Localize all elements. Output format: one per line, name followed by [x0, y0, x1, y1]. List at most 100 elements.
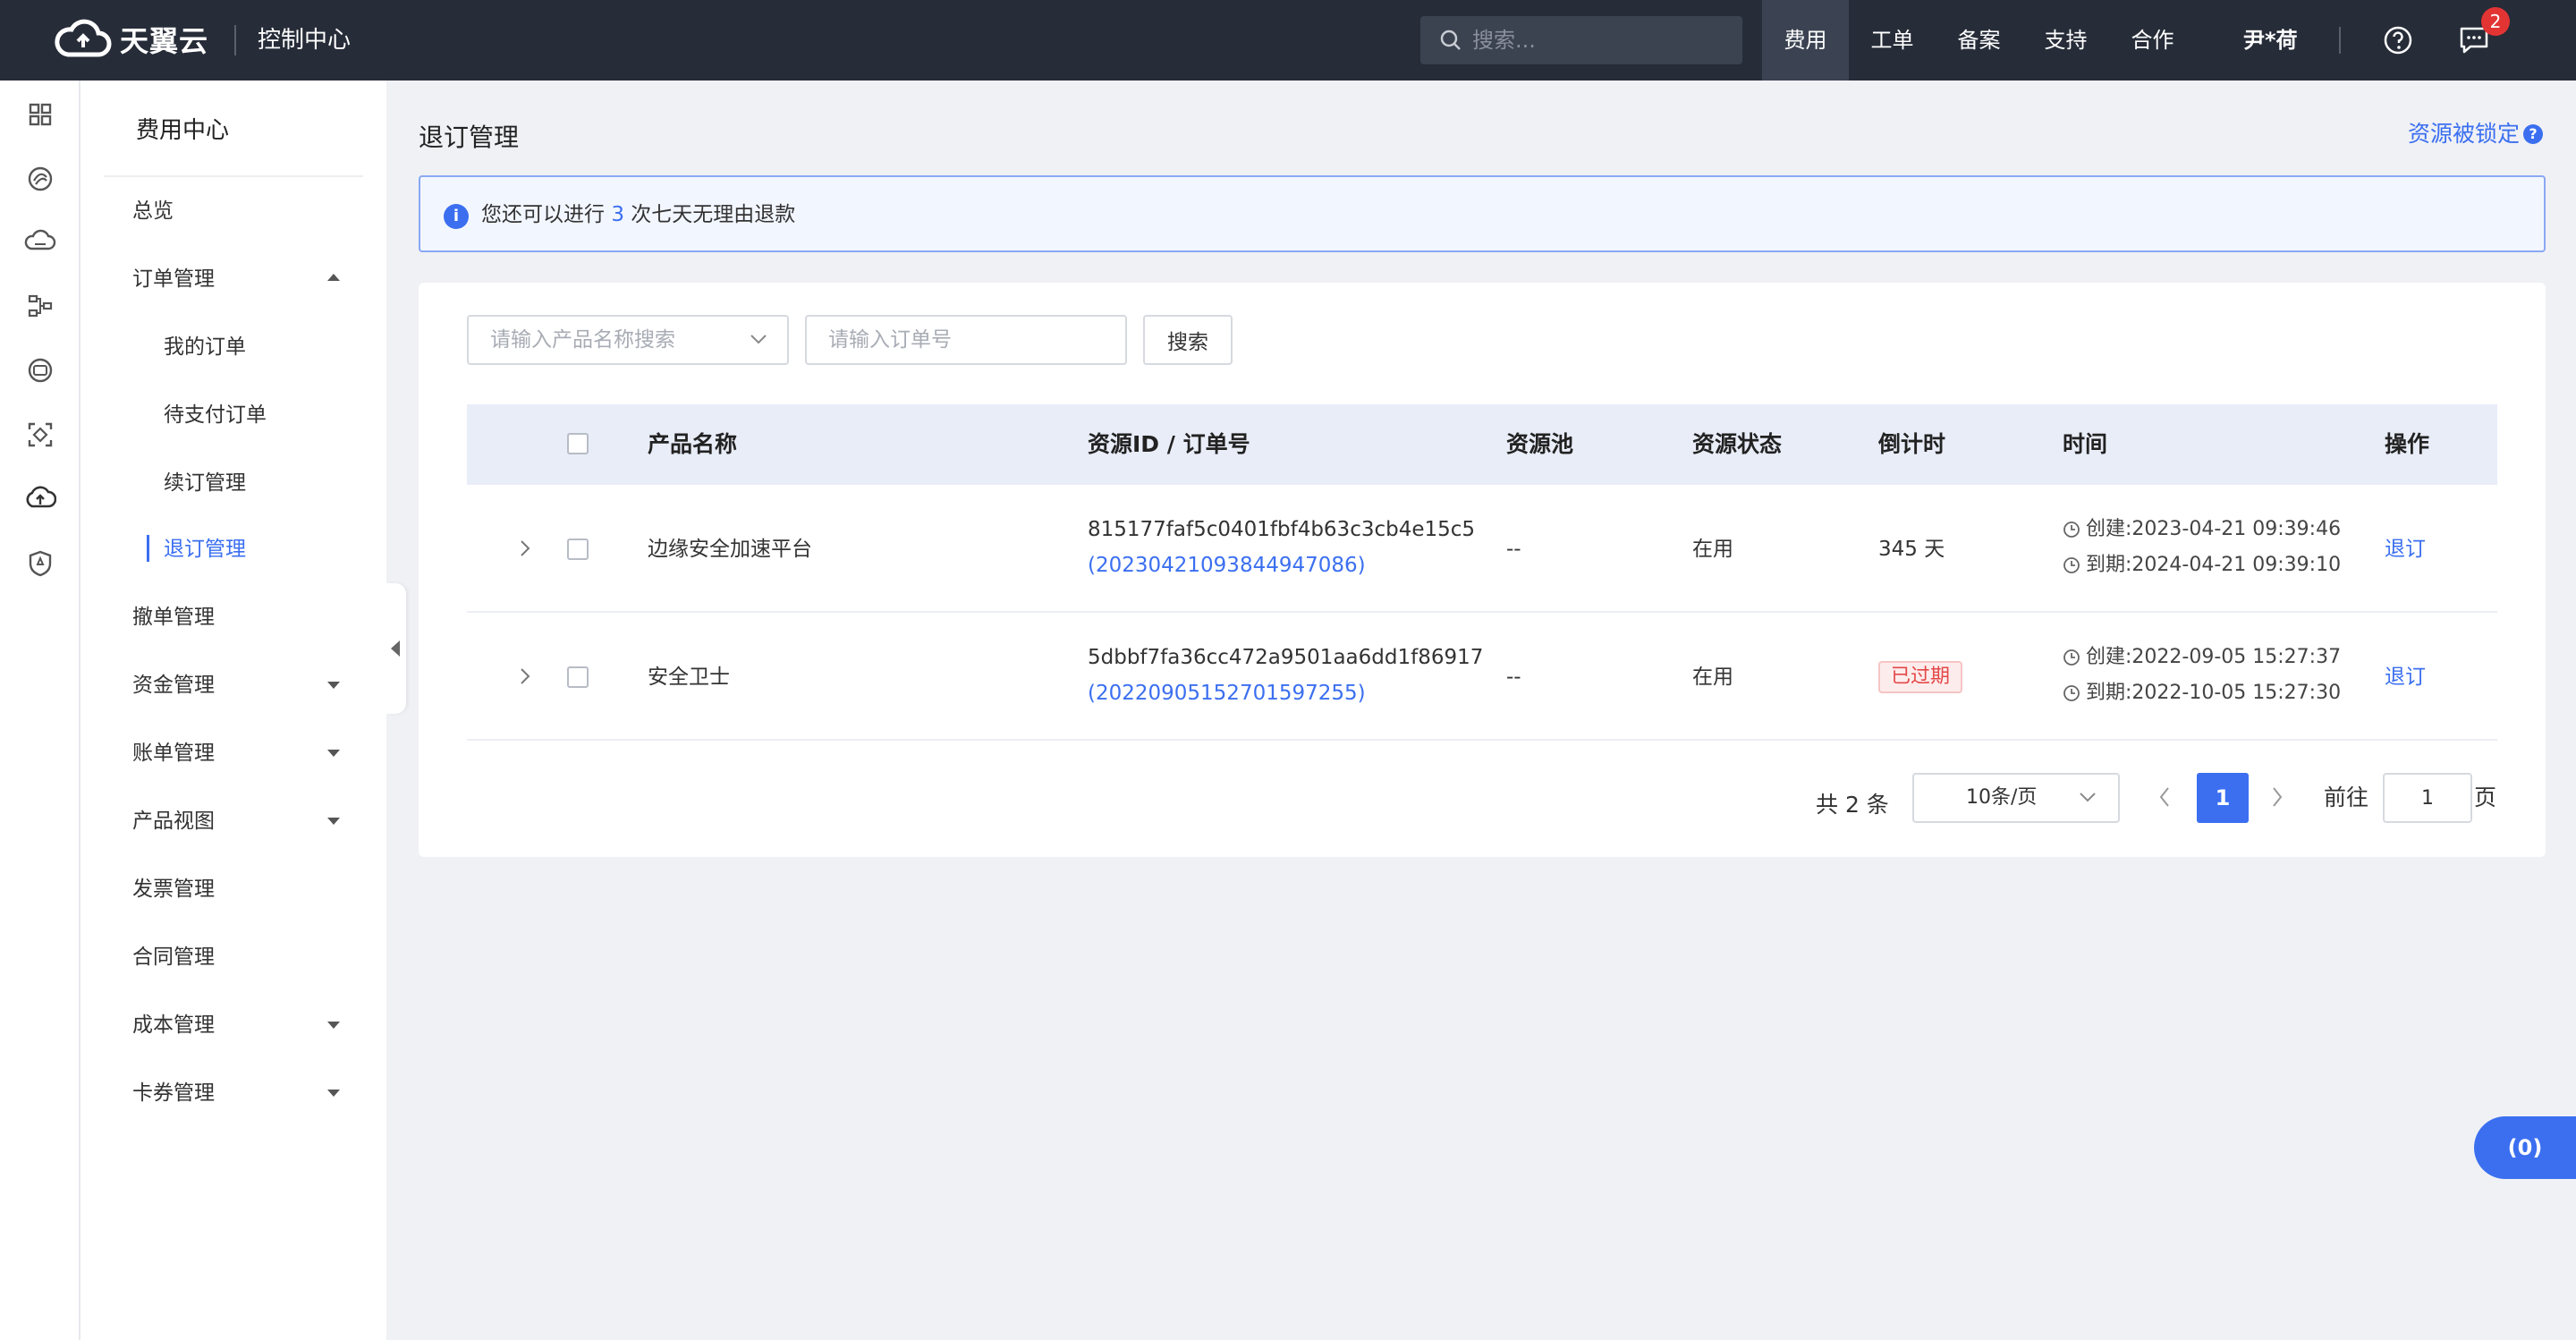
search-icon: [1440, 30, 1461, 50]
menu-item-overview[interactable]: 总览: [132, 193, 365, 229]
menu-item-vouchers[interactable]: 卡券管理: [132, 1075, 365, 1111]
goto-label: 前往: [2324, 784, 2369, 810]
order-number-link[interactable]: (20230421093844947086): [1088, 549, 1366, 581]
clock-icon: [2063, 557, 2080, 573]
resource-status: 在用: [1692, 666, 1733, 689]
expire-time-text: 到期:2022-10-05 15:27:30: [2086, 682, 2342, 704]
caret-down-icon: [327, 1022, 340, 1029]
floating-cart-button[interactable]: (0): [2474, 1116, 2576, 1179]
resource-locked-link[interactable]: 资源被锁定 ?: [2408, 116, 2544, 152]
collapse-sidebar-handle[interactable]: [386, 583, 406, 714]
help-icon[interactable]: [2383, 25, 2413, 55]
menu-item-label: 成本管理: [132, 1013, 215, 1037]
col-resource-pool: 资源池: [1506, 431, 1574, 457]
side-menu-title: 费用中心: [136, 117, 230, 144]
info-icon: i: [444, 204, 469, 229]
unsubscribe-button[interactable]: 退订: [2385, 533, 2426, 565]
col-resource-status: 资源状态: [1692, 431, 1783, 457]
product-name-select[interactable]: 请输入产品名称搜索: [467, 315, 789, 365]
network-topology-icon[interactable]: [24, 290, 56, 322]
menu-item-label: 账单管理: [132, 742, 215, 765]
top-nav-tickets[interactable]: 工单: [1849, 0, 1936, 81]
menu-item-cancel-order[interactable]: 撤单管理: [132, 599, 365, 635]
page-size-select[interactable]: 10条/页: [1912, 773, 2120, 823]
cloud-service-icon[interactable]: [24, 225, 56, 258]
top-nav-partner[interactable]: 合作: [2109, 0, 2196, 81]
expired-badge: 已过期: [1878, 661, 1963, 693]
page-size-value: 10条/页: [1966, 786, 2038, 809]
cloud-upload-icon[interactable]: [24, 481, 56, 513]
menu-item-product-view[interactable]: 产品视图: [132, 803, 365, 839]
unsubscribe-card: 请输入产品名称搜索 搜索 产品名称 资源ID / 订单号 资源池 资源状态 倒计…: [419, 283, 2546, 857]
col-resource-id: 资源ID / 订单号: [1088, 431, 1250, 457]
created-time-text: 创建:2023-04-21 09:39:46: [2086, 518, 2342, 540]
brand-name: 天翼云: [120, 24, 209, 58]
col-action: 操作: [2385, 431, 2430, 457]
database-icon[interactable]: [24, 354, 56, 386]
message-count-badge: 2: [2481, 7, 2510, 36]
user-name[interactable]: 尹*荷: [2243, 0, 2298, 81]
top-nav-support[interactable]: 支持: [2022, 0, 2109, 81]
menu-item-order-management[interactable]: 订单管理: [132, 261, 365, 297]
menu-item-renewal[interactable]: 续订管理: [164, 465, 396, 501]
console-title[interactable]: 控制中心: [258, 21, 351, 59]
refund-count: 3: [611, 203, 624, 226]
chevron-right-icon[interactable]: [519, 539, 531, 558]
global-search-input[interactable]: [1472, 28, 1723, 53]
menu-item-label: 资金管理: [132, 674, 215, 697]
next-page-icon[interactable]: [2270, 785, 2284, 809]
product-name-placeholder: 请输入产品名称搜索: [490, 328, 675, 352]
clock-icon: [2063, 649, 2080, 666]
clock-icon: [2063, 685, 2080, 701]
scan-focus-icon[interactable]: [24, 419, 56, 451]
menu-item-unsubscribe[interactable]: 退订管理: [164, 531, 396, 567]
table-row: 边缘安全加速平台 815177faf5c0401fbf4b63c3cb4e15c…: [467, 485, 2497, 613]
caret-down-icon: [327, 682, 340, 689]
chevron-down-icon: [2080, 793, 2096, 802]
top-bar: 天翼云 控制中心 费用 工单 备案 支持 合作 尹*荷 2: [0, 0, 2576, 81]
caret-up-icon: [327, 274, 340, 281]
menu-item-bills[interactable]: 账单管理: [132, 735, 365, 771]
menu-item-my-orders[interactable]: 我的订单: [164, 329, 396, 365]
caret-down-icon: [327, 1090, 340, 1097]
search-button[interactable]: 搜索: [1143, 315, 1233, 365]
row-checkbox[interactable]: [567, 539, 589, 560]
top-nav-billing[interactable]: 费用: [1762, 0, 1849, 81]
security-shield-icon[interactable]: [24, 547, 56, 580]
order-number-input[interactable]: [805, 315, 1127, 365]
resource-id: 5dbbf7fa36cc472a9501aa6dd1f86917: [1088, 646, 1484, 669]
menu-item-label: 卡券管理: [132, 1081, 215, 1105]
top-nav-filing[interactable]: 备案: [1936, 0, 2022, 81]
prev-page-icon[interactable]: [2157, 785, 2172, 809]
row-checkbox[interactable]: [567, 666, 589, 688]
menu-item-cost[interactable]: 成本管理: [132, 1007, 365, 1043]
active-indicator: [147, 535, 149, 562]
unsubscribe-button[interactable]: 退订: [2385, 661, 2426, 693]
table-header: 产品名称 资源ID / 订单号 资源池 资源状态 倒计时 时间 操作: [467, 404, 2497, 485]
chevron-right-icon[interactable]: [519, 666, 531, 686]
refund-notice-text: 您还可以进行 3 次七天无理由退款: [481, 197, 795, 233]
side-menu-divider: [104, 175, 363, 177]
logo-divider: [234, 25, 236, 55]
page-number-current[interactable]: 1: [2197, 773, 2249, 823]
resource-locked-label: 资源被锁定: [2408, 121, 2521, 147]
expire-time-text: 到期:2024-04-21 09:39:10: [2086, 554, 2342, 576]
order-number-link[interactable]: (20220905152701597255): [1088, 677, 1366, 709]
global-search[interactable]: [1420, 16, 1742, 64]
compute-icon[interactable]: [24, 163, 56, 195]
menu-item-contracts[interactable]: 合同管理: [132, 939, 365, 975]
select-all-checkbox[interactable]: [567, 433, 589, 454]
menu-item-funds[interactable]: 资金管理: [132, 667, 365, 703]
page-title: 退订管理: [419, 123, 520, 152]
product-name: 安全卫士: [648, 666, 730, 689]
dashboard-grid-icon[interactable]: [24, 98, 56, 131]
menu-item-pending-payment[interactable]: 待支付订单: [164, 397, 396, 433]
col-product-name: 产品名称: [648, 431, 738, 457]
countdown: 345 天: [1878, 538, 1945, 561]
chevron-left-icon: [391, 640, 400, 657]
menu-item-invoices[interactable]: 发票管理: [132, 871, 365, 907]
goto-page-input[interactable]: [2383, 773, 2472, 823]
page-unit-label: 页: [2474, 784, 2497, 810]
brand-logo[interactable]: 天翼云: [52, 18, 208, 61]
caret-down-icon: [327, 750, 340, 757]
